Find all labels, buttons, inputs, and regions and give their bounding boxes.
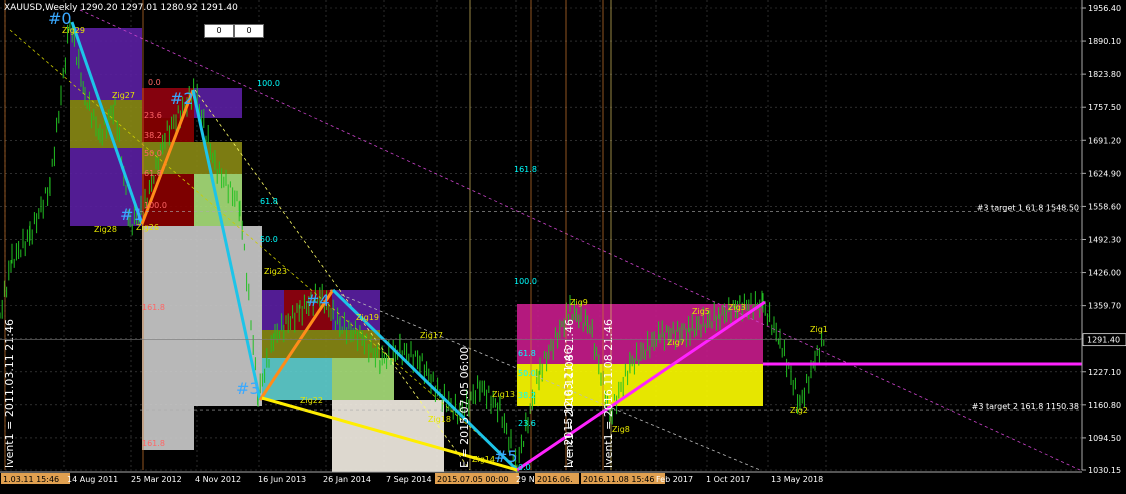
y-tick-label-12: 1160.80	[1088, 401, 1121, 410]
fib-mid-1: 61.8	[260, 197, 278, 206]
x-tick-label-13: 13 May 2018	[771, 475, 823, 484]
pattern-point-2: #2	[170, 89, 194, 108]
x-tick-label-4: 16 Jun 2013	[258, 475, 306, 484]
symbol-label: XAUUSD,Weekly	[4, 3, 78, 13]
zig-label-1: Zig28	[94, 225, 117, 234]
y-tick-label-3: 1757.50	[1088, 103, 1121, 112]
price-chart[interactable]: #3 target 1 61.8 1548.50 #3 target 2 161.…	[0, 0, 1126, 494]
button-zero-2[interactable]: 0	[234, 24, 264, 38]
x-tick-label-11: Feb 2017	[656, 475, 693, 484]
zig-label-16: Zig2	[790, 406, 808, 415]
vertical-label-4: lvent1 = 2016.11.08 21:46	[602, 319, 615, 468]
zig-label-10: Zig14	[472, 455, 495, 464]
fib-zone-0	[70, 28, 142, 100]
fib-left-5: 100.0	[144, 201, 167, 210]
vertical-label-3: lvent1 = 2016.11.08 21:46	[563, 319, 576, 468]
button-zero-1[interactable]: 0	[204, 24, 234, 38]
y-tick-label-6: 1558.60	[1088, 202, 1121, 211]
zig-label-14: Zig5	[692, 307, 710, 316]
pattern-point-1: #1	[120, 205, 144, 224]
fib-zone-9	[142, 226, 194, 450]
zig-label-17: Zig1	[810, 325, 828, 334]
x-axis: 1.03.11 15:46 14 Aug 2011 25 Mar 2012 4 Nov…	[0, 471, 1082, 484]
zig-label-3: Zig27	[112, 91, 135, 100]
x-tick-label-8: 29 N	[516, 475, 535, 484]
ohlc-label: 1290.20 1297.01 1280.92 1291.40	[80, 3, 238, 13]
target-label-1: #3 target 2 161.8 1150.38	[972, 402, 1079, 411]
fib-left-0: 0.0	[148, 78, 161, 87]
y-tick-label-13: 1094.50	[1088, 434, 1121, 443]
vertical-label-0: lvent1 = 2011.03.11 21:46	[3, 319, 16, 468]
x-tick-label-6: 7 Sep 2014	[386, 475, 432, 484]
fib-right-0: 100.0	[514, 277, 537, 286]
fib-right-2: 50.0	[518, 369, 536, 378]
fib-right-5: 0.0	[518, 463, 531, 472]
pattern-point-3: #3	[236, 379, 260, 398]
fib-left-3: 50.0	[144, 149, 162, 158]
zig-label-11: Zig9	[570, 298, 588, 307]
y-tick-label-11: 1227.10	[1088, 368, 1121, 377]
fib-left-1: 23.6	[144, 111, 162, 120]
target-label-0: #3 target 1 61.8 1548.50	[977, 203, 1079, 212]
y-tick-label-14: 1030.15	[1088, 466, 1121, 475]
zig-label-5: Zig22	[300, 396, 323, 405]
zig-label-15: Zig3	[728, 303, 746, 312]
y-tick-label-4: 1691.20	[1088, 136, 1121, 145]
zig-label-8: Zig18	[428, 415, 451, 424]
fib-left-4: 61.8	[144, 169, 162, 178]
chart-header: XAUUSD,Weekly 1290.20 1297.01 1280.92 12…	[4, 3, 238, 13]
pattern-point-5: #5	[494, 447, 518, 466]
vertical-label-1: E = 2015.07.05 06:00	[458, 347, 471, 468]
zig-label-6: Zig19	[356, 313, 379, 322]
fib-left-7: 161.8	[142, 439, 165, 448]
x-tick-label-10: 2016.11.08 15:46	[583, 475, 654, 484]
fib-mid-0: 100.0	[257, 79, 280, 88]
price-label: 1291.40	[1087, 336, 1120, 345]
fib-right-3: 38.2	[518, 391, 536, 400]
x-tick-label-1: 14 Aug 2011	[67, 475, 118, 484]
y-tick-label-9: 1359.70	[1088, 302, 1121, 311]
fib-right-4: 23.6	[518, 419, 536, 428]
y-tick-label-1: 1890.10	[1088, 37, 1121, 46]
y-tick-label-0: 1956.40	[1088, 4, 1121, 13]
fib-right-1: 61.8	[518, 349, 536, 358]
x-tick-label-9: 2016.06.	[537, 475, 573, 484]
x-tick-label-0: 1.03.11 15:46	[3, 475, 59, 484]
zig-label-9: Zig13	[492, 390, 515, 399]
x-tick-label-5: 26 Jan 2014	[323, 475, 371, 484]
zig-label-2: Zig26	[136, 223, 159, 232]
fib-mid-3: 161.8	[514, 165, 537, 174]
fib-zone-15	[332, 358, 394, 400]
x-tick-label-7: 2015.07.05 00:00	[437, 475, 508, 484]
zig-label-4: Zig23	[264, 267, 287, 276]
y-tick-label-8: 1426.00	[1088, 269, 1121, 278]
y-tick-label-5: 1624.90	[1088, 169, 1121, 178]
fib-left-2: 38.2	[144, 131, 162, 140]
fib-left-6: 161.8	[142, 303, 165, 312]
fib-mid-2: 50.0	[260, 235, 278, 244]
x-tick-label-2: 25 Mar 2012	[131, 475, 182, 484]
pattern-point-4: #4	[306, 291, 330, 310]
y-tick-label-2: 1823.80	[1088, 70, 1121, 79]
x-tick-label-3: 4 Nov 2012	[195, 475, 241, 484]
x-tick-label-12: 1 Oct 2017	[706, 475, 750, 484]
y-tick-label-7: 1492.30	[1088, 235, 1121, 244]
zig-label-7: Zig17	[420, 331, 443, 340]
